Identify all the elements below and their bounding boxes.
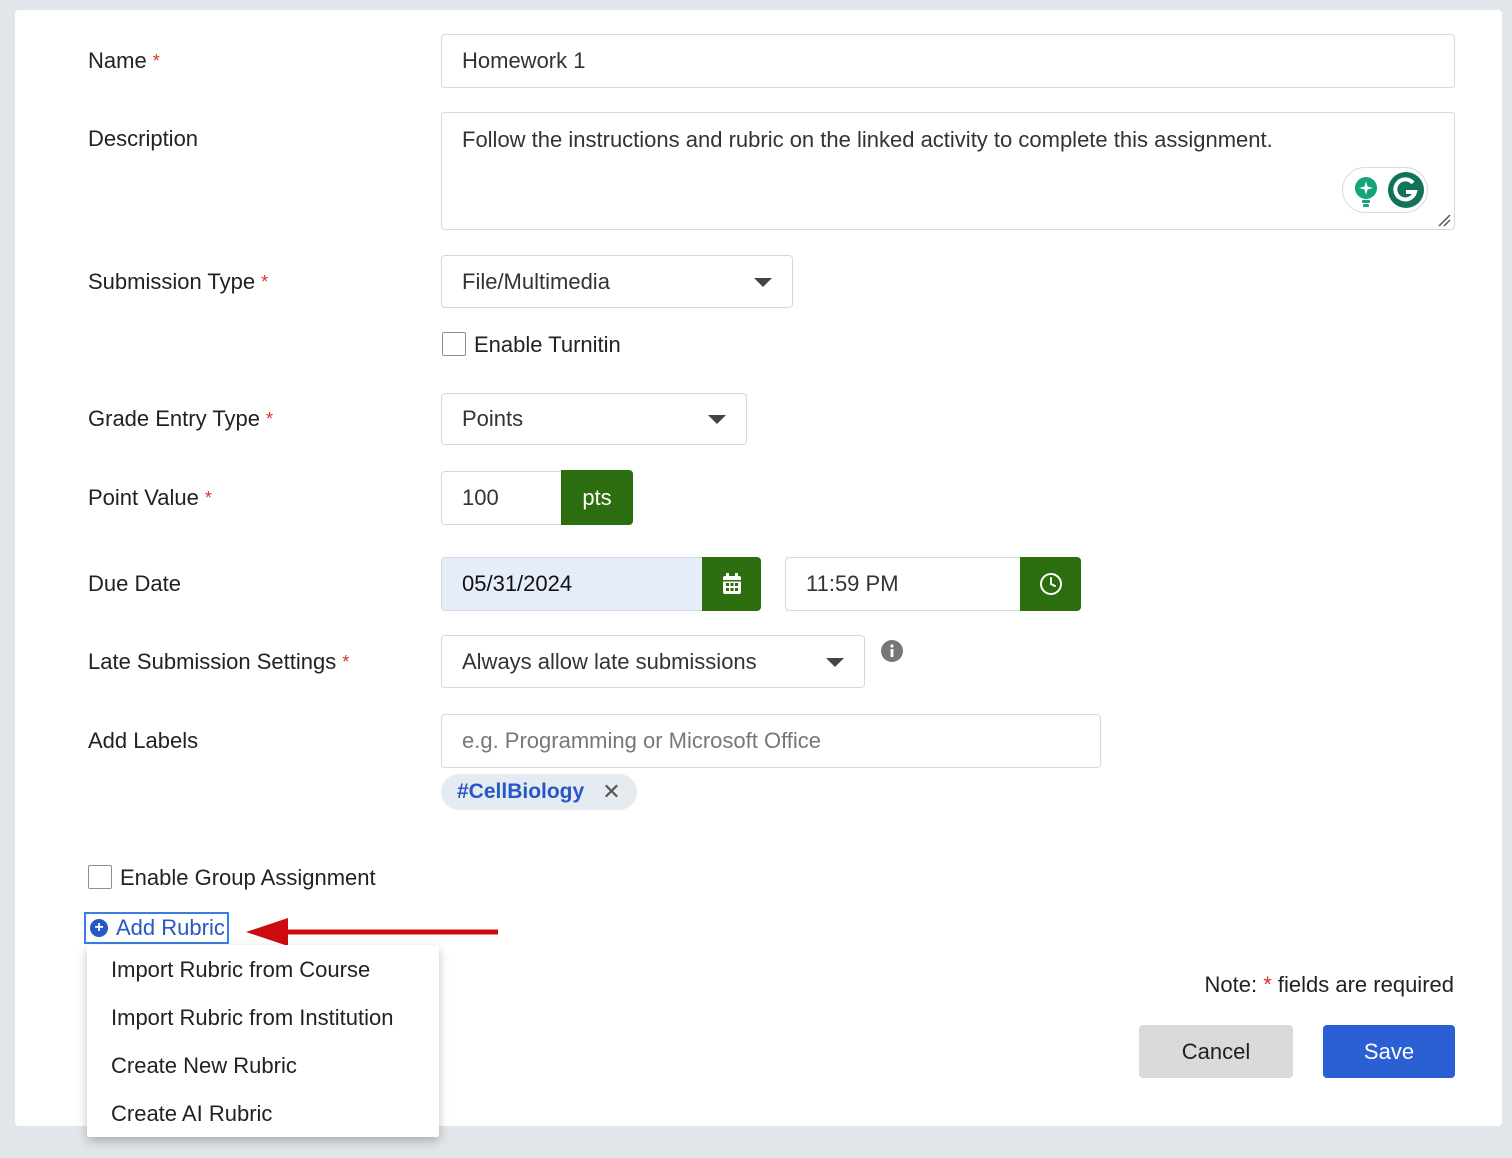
- submission-type-label: Submission Type *: [88, 269, 269, 294]
- menu-item-create-new[interactable]: Create New Rubric: [111, 1053, 297, 1079]
- grade-entry-select[interactable]: Points: [441, 393, 747, 445]
- clock-icon: [1039, 573, 1062, 595]
- description-textarea[interactable]: Follow the instructions and rubric on th…: [441, 112, 1455, 230]
- name-label: Name *: [88, 48, 160, 73]
- grade-entry-label: Grade Entry Type *: [88, 406, 274, 431]
- add-rubric-button[interactable]: + Add Rubric: [84, 912, 229, 944]
- close-icon[interactable]: ✕: [602, 779, 620, 805]
- calendar-button[interactable]: [702, 557, 761, 611]
- plus-circle-icon: +: [90, 919, 108, 937]
- group-assignment-checkbox[interactable]: [88, 865, 112, 889]
- menu-item-import-course[interactable]: Import Rubric from Course: [111, 957, 370, 983]
- turnitin-checkbox[interactable]: [442, 332, 466, 356]
- due-date-label: Due Date: [88, 571, 181, 596]
- chevron-down-icon: [754, 277, 772, 287]
- late-submission-select[interactable]: Always allow late submissions: [441, 635, 865, 688]
- cancel-button[interactable]: Cancel: [1139, 1025, 1293, 1078]
- group-assignment-label: Enable Group Assignment: [120, 865, 376, 890]
- chevron-down-icon: [826, 657, 844, 667]
- chevron-down-icon: [708, 415, 726, 424]
- chip-text: #CellBiology: [457, 780, 585, 803]
- resize-handle-icon[interactable]: [1437, 213, 1451, 227]
- point-value-input[interactable]: 100: [441, 471, 563, 525]
- due-date-input[interactable]: 05/31/2024: [441, 557, 703, 611]
- name-input[interactable]: Homework 1: [441, 34, 1455, 88]
- calendar-icon: [722, 573, 741, 594]
- rubric-menu: Import Rubric from Course Import Rubric …: [87, 945, 439, 1137]
- required-note: Note: * fields are required: [1204, 972, 1454, 997]
- lightbulb-icon: [1355, 177, 1377, 207]
- point-value-label: Point Value *: [88, 485, 212, 510]
- due-time-input[interactable]: 11:59 PM: [785, 557, 1022, 611]
- grammarly-widget[interactable]: [1342, 167, 1428, 213]
- menu-item-create-ai[interactable]: Create AI Rubric: [111, 1101, 272, 1127]
- menu-item-import-institution[interactable]: Import Rubric from Institution: [111, 1005, 393, 1031]
- clock-button[interactable]: [1020, 557, 1081, 611]
- info-icon[interactable]: [880, 639, 904, 663]
- submission-type-select[interactable]: File/Multimedia: [441, 255, 793, 308]
- points-unit-addon: pts: [561, 470, 633, 525]
- label-chip: #CellBiology ✕: [441, 774, 637, 810]
- labels-input[interactable]: e.g. Programming or Microsoft Office: [441, 714, 1101, 768]
- turnitin-label: Enable Turnitin: [474, 332, 621, 357]
- late-submission-label: Late Submission Settings *: [88, 649, 350, 674]
- grammarly-icon: [1388, 172, 1424, 208]
- add-labels-label: Add Labels: [88, 728, 199, 753]
- description-label: Description: [88, 126, 199, 151]
- save-button[interactable]: Save: [1323, 1025, 1455, 1078]
